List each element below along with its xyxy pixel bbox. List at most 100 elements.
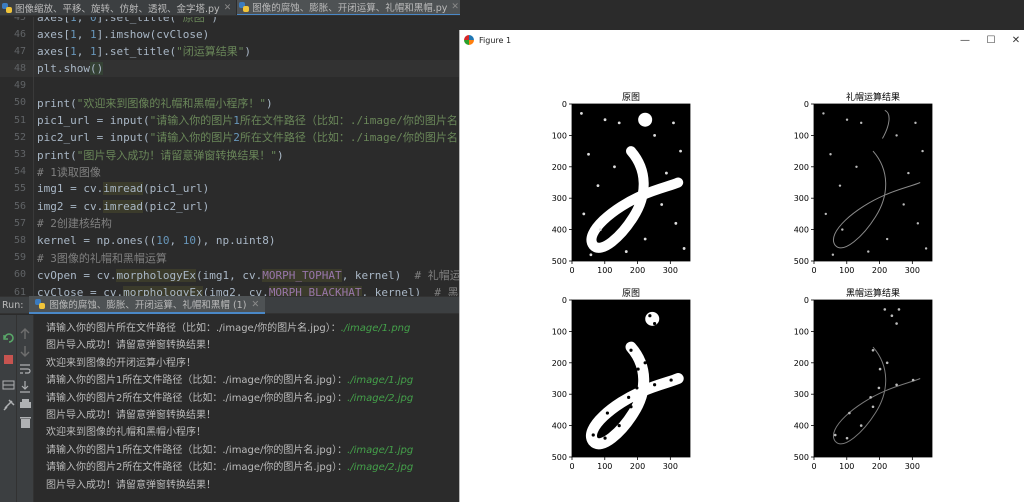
y-tick-label: 0 (804, 296, 809, 305)
noise-dot (838, 184, 842, 187)
tab-morphology[interactable]: 图像的腐蚀、膨胀、开闭运算、礼帽和黑帽.py ✕ (237, 0, 460, 15)
noise-dot (660, 203, 664, 206)
x-tick-label: 200 (630, 266, 645, 275)
console-output: 请输入你的图片1所在文件路径（比如：./image/你的图片名.jpg）： (46, 375, 348, 387)
x-tick-label: 300 (663, 462, 678, 471)
noise-dot (914, 121, 917, 125)
hole-dot (871, 348, 875, 352)
code-line[interactable]: 58 kernel = np.ones((10, 10), np.uint8) (0, 232, 460, 249)
console-output: 请输入你的图片所在文件路径（比如：./image/你的图片名.jpg）： (46, 323, 341, 334)
layout-icon[interactable] (2, 380, 15, 390)
code-text: cvClose = cv.morphologyEx(img2, cv.MORPH… (32, 284, 460, 296)
rerun-icon[interactable] (3, 333, 14, 343)
hole-dot (617, 424, 621, 428)
arrow-down-icon[interactable] (20, 346, 30, 357)
code-line[interactable]: 61 cvClose = cv.morphologyEx(img2, cv.MOR… (0, 284, 460, 296)
tab-label: 图像的腐蚀、膨胀、开闭运算、礼帽和黑帽.py (252, 3, 448, 14)
matplotlib-logo-icon (464, 35, 474, 45)
y-tick-label: 300 (794, 194, 809, 203)
close-button[interactable]: ✕ (1003, 32, 1024, 48)
trash-icon[interactable] (20, 417, 31, 428)
close-icon[interactable]: ✕ (451, 2, 459, 12)
code-line[interactable]: 50 print("欢迎来到图像的礼帽和黑帽小程序！") (0, 94, 460, 111)
pin-icon[interactable] (3, 399, 15, 411)
x-tick-label: 100 (597, 266, 612, 275)
close-icon[interactable]: ✕ (251, 299, 259, 310)
console-output: 请输入你的图片1所在文件路径（比如：./image/你的图片名.jpg）： (46, 444, 348, 456)
y-tick-label: 500 (552, 453, 567, 462)
close-icon[interactable]: ✕ (224, 3, 232, 13)
subplot-2: 礼帽运算结果01002003004005000 100 200 300 (794, 91, 933, 275)
hole-dot (890, 314, 894, 317)
code-line[interactable]: 56 img2 = cv.imread(pic2_url) (0, 198, 460, 215)
hole-dot (629, 405, 633, 409)
minimize-button[interactable]: — (952, 32, 978, 48)
figure-title: Figure 1 (479, 35, 512, 45)
hole-dot (897, 308, 901, 311)
stop-icon[interactable] (4, 355, 13, 364)
y-tick-label: 100 (552, 131, 567, 140)
noise-dot (921, 149, 924, 153)
noise-dot (841, 228, 844, 231)
scroll-to-end-icon[interactable] (20, 381, 30, 393)
y-tick-label: 0 (562, 296, 567, 305)
code-text: # 1读取图像 (37, 165, 101, 179)
subplot-3: 原图01002003004005000 100 200 300 (552, 288, 691, 471)
run-console[interactable]: 请输入你的图片所在文件路径（比如：./image/你的图片名.jpg）： ./im… (36, 318, 460, 502)
code-line[interactable]: 59 # 3图像的礼帽和黑帽运算 (0, 249, 460, 266)
x-tick-label: 200 (872, 266, 887, 275)
arrow-up-icon[interactable] (20, 328, 30, 339)
line-number: 53 (13, 149, 26, 161)
code-line[interactable]: 46 axes[1, 1].imshow(cvClose) (0, 26, 460, 43)
code-editor[interactable]: 45 axes[1, 0].set_title("原图") 46 axes[1, 1]… (0, 17, 460, 296)
noise-dot (596, 184, 600, 188)
code-text: axes[1, 1].set_title("闭运算结果") (37, 45, 251, 59)
code-line[interactable]: 45 axes[1, 0].set_title("原图") (0, 17, 460, 26)
noise-dot (855, 165, 858, 168)
code-line[interactable]: 47 axes[1, 1].set_title("闭运算结果") (0, 43, 460, 60)
console-output: 欢迎来到图像的礼帽和黑帽小程序！ (46, 427, 206, 439)
code-text: print("欢迎来到图像的礼帽和黑帽小程序！") (37, 96, 273, 110)
print-icon[interactable] (20, 399, 31, 408)
console-output: 图片导入成功！请留意弹窗转换结果！ (46, 479, 216, 491)
line-number: 49 (13, 80, 26, 92)
console-user-input: ./image/2.jpg (347, 462, 414, 474)
code-text: pic2_url = input("请输入你的图片2所在文件路径（比如：./im… (37, 131, 460, 145)
code-line[interactable]: 55 img1 = cv.imread(pic1_url) (0, 180, 460, 197)
python-file-icon (35, 299, 46, 309)
code-line[interactable]: 48 plt.show() (0, 60, 460, 78)
code-text: # 3图像的礼帽和黑帽运算 (37, 251, 167, 265)
code-line[interactable]: 49 (0, 77, 460, 94)
code-line[interactable]: 57 # 2创建核结构 (0, 215, 460, 232)
code-text: print("图片导入成功！请留意弹窗转换结果！") (37, 148, 284, 162)
soft-wrap-icon[interactable] (20, 364, 31, 374)
noise-dot (613, 165, 616, 169)
tab-image-transform[interactable]: 图像缩放、平移、旋转、仿射、透视、金字塔.py ✕ (0, 0, 238, 15)
x-tick-label: 300 (663, 266, 678, 275)
noise-dot (831, 253, 835, 256)
hole-dot (653, 383, 657, 387)
noise-dot (682, 247, 686, 250)
x-tick-label: 100 (839, 462, 854, 471)
maximize-button[interactable]: ☐ (978, 32, 1004, 48)
noise-dot (587, 152, 590, 156)
hole-dot (895, 383, 898, 387)
run-config-tab[interactable]: 图像的腐蚀、膨胀、开闭运算、礼帽和黑帽 (1) ✕ (29, 296, 266, 314)
code-line[interactable]: 52 pic2_url = input("请输入你的图片2所在文件路径（比如：./… (0, 129, 460, 146)
code-line[interactable]: 53 print("图片导入成功！请留意弹窗转换结果！") (0, 146, 460, 163)
code-line[interactable]: 54 # 1读取图像 (0, 163, 460, 180)
code-text: axes[1, 1].imshow(cvClose) (37, 27, 210, 41)
y-tick-label: 200 (552, 359, 567, 368)
noise-dot (824, 212, 827, 216)
line-number: 46 (13, 28, 26, 40)
y-tick-label: 500 (552, 257, 567, 266)
run-toolbar-icons (2, 333, 15, 411)
noise-dot (603, 118, 607, 122)
code-line[interactable]: 51 pic1_url = input("请输入你的图片1所在文件路径（比如：./… (0, 112, 460, 129)
console-line: 请输入你的图片1所在文件路径（比如：./image/你的图片名.jpg）：./i… (46, 442, 413, 459)
console-toolbar-icons (20, 328, 31, 428)
code-line[interactable]: 60 cvOpen = cv.morphologyEx(img1, cv.MORP… (0, 266, 460, 283)
code-text: plt.show() (37, 62, 104, 76)
noise-dot (582, 212, 586, 216)
hole-dot (871, 405, 875, 409)
